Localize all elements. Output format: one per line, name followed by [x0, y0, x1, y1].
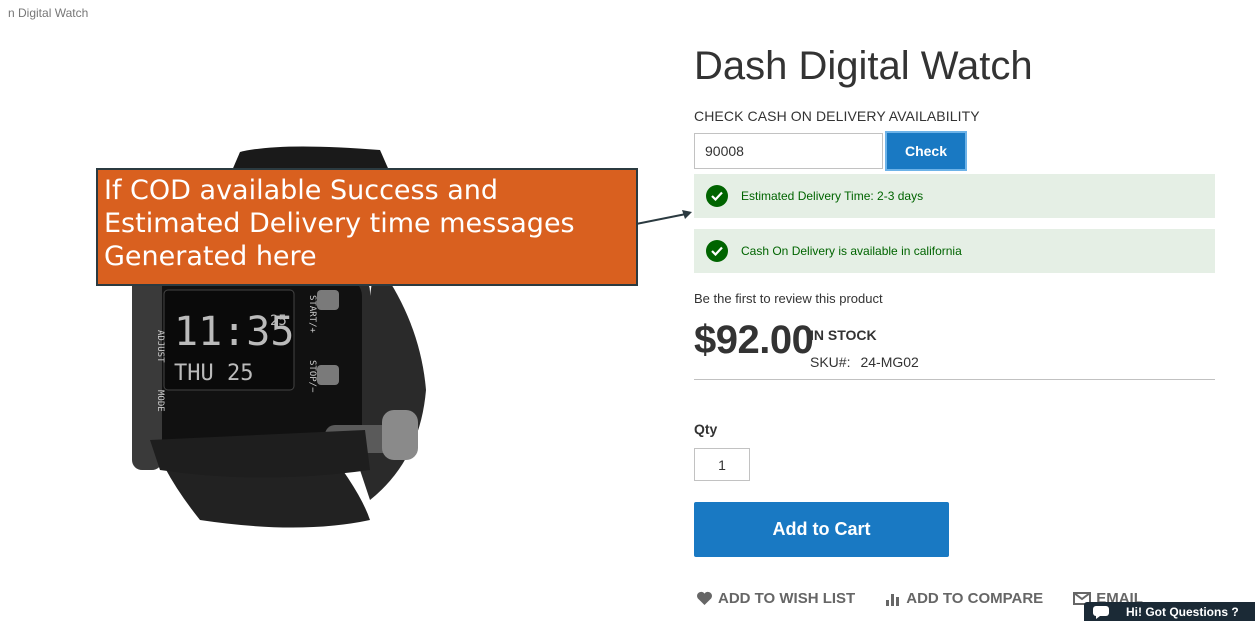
check-cod-button[interactable]: Check: [887, 133, 965, 169]
sku: SKU#: 24-MG02: [810, 354, 919, 370]
divider: [694, 379, 1215, 380]
delivery-time-message: Estimated Delivery Time: 2-3 days: [694, 174, 1215, 218]
delivery-time-text: Estimated Delivery Time: 2-3 days: [741, 189, 924, 203]
chat-widget[interactable]: Hi! Got Questions ?: [1084, 602, 1255, 621]
zip-code-input[interactable]: [694, 133, 883, 169]
product-title: Dash Digital Watch: [694, 44, 1033, 88]
qty-label: Qty: [694, 421, 718, 437]
breadcrumb[interactable]: n Digital Watch: [8, 6, 88, 20]
chat-widget-label: Hi! Got Questions ?: [1126, 604, 1239, 619]
product-price: $92.00: [694, 318, 814, 362]
review-link[interactable]: Be the first to review this product: [694, 291, 883, 306]
add-to-cart-button[interactable]: Add to Cart: [694, 502, 949, 557]
add-to-compare-link[interactable]: ADD TO COMPARE: [885, 590, 1043, 607]
watch-label-start: START/+: [307, 295, 317, 334]
heart-icon: [697, 591, 712, 605]
success-check-icon: [706, 185, 728, 207]
watch-label-stop: STOP/−: [307, 360, 317, 393]
add-to-compare-label: ADD TO COMPARE: [906, 590, 1044, 607]
success-check-icon: [706, 240, 728, 262]
add-to-wishlist-link[interactable]: ADD TO WISH LIST: [696, 590, 855, 607]
qty-input[interactable]: [694, 448, 750, 481]
cod-available-text: Cash On Delivery is available in califor…: [741, 244, 962, 258]
watch-label-adjust: ADJUST: [155, 330, 165, 363]
compare-icon: [886, 593, 900, 606]
chat-bubble-icon: [1093, 605, 1109, 619]
watch-day: THU 25: [174, 361, 253, 386]
sku-label: SKU#:: [810, 354, 851, 370]
annotation-callout: If COD available Success and Estimated D…: [96, 168, 638, 286]
cod-availability-label: CHECK CASH ON DELIVERY AVAILABILITY: [694, 108, 980, 124]
watch-label-mode: MODE: [155, 390, 165, 412]
watch-seconds: 25: [270, 313, 287, 329]
add-to-wishlist-label: ADD TO WISH LIST: [718, 590, 856, 607]
stock-status: IN STOCK: [810, 327, 877, 343]
callout-arrow-icon: [636, 210, 692, 225]
cod-available-message: Cash On Delivery is available in califor…: [694, 229, 1215, 273]
sku-value: 24-MG02: [860, 354, 919, 370]
